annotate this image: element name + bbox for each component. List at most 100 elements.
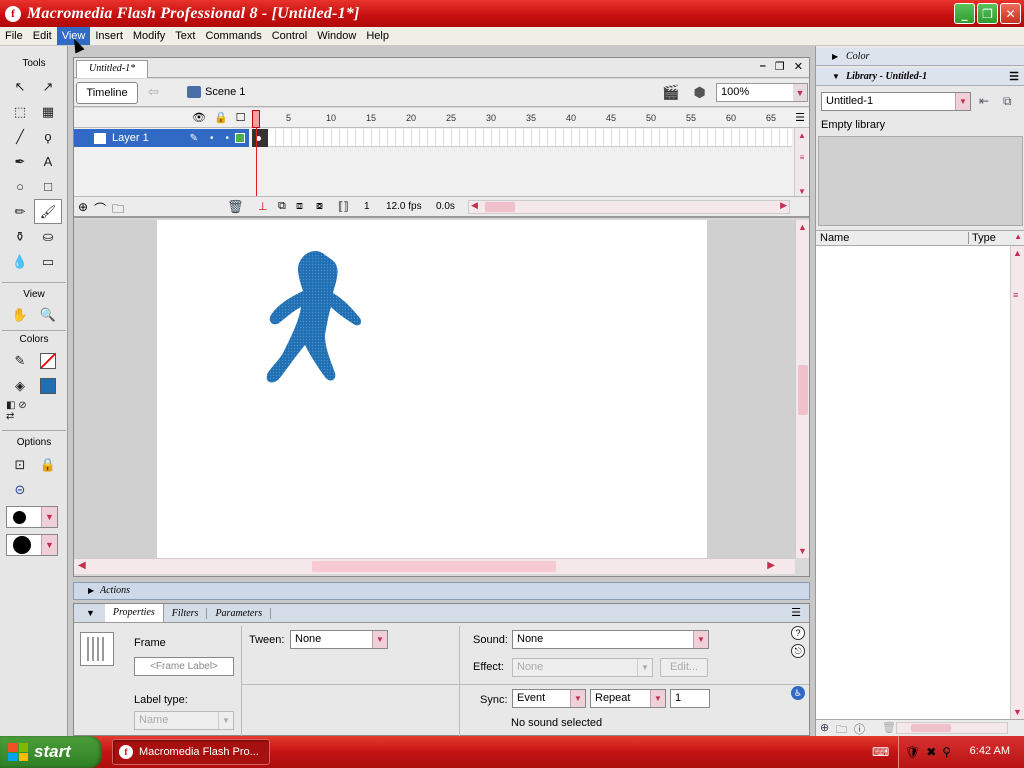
edit-sound-button[interactable]: Edit... xyxy=(660,658,708,677)
actions-panel-header[interactable]: Actions xyxy=(73,582,810,600)
keyboard-icon[interactable]: ⌨ xyxy=(872,745,889,759)
scroll-thumb[interactable] xyxy=(485,202,515,212)
scroll-up-icon[interactable]: ▲ xyxy=(795,128,809,142)
timeline-menu-icon[interactable]: ☰ xyxy=(795,111,805,124)
subselection-tool-icon[interactable]: ↗ xyxy=(34,74,62,99)
stage-horizontal-scrollbar[interactable]: ◀ ▶ xyxy=(74,558,795,574)
brush-shape-select[interactable]: ▼ xyxy=(6,534,58,556)
flash-app-icon[interactable]: f xyxy=(5,5,21,22)
default-colors-icon[interactable]: ◧ ⊘ ⇄ xyxy=(6,398,34,423)
modify-markers-icon[interactable]: ⟦⟧ xyxy=(338,200,349,213)
color-panel-header[interactable]: ▶ Color xyxy=(816,48,1024,66)
insert-folder-icon[interactable]: 🗀 xyxy=(112,200,124,221)
tween-select[interactable]: None ▼ xyxy=(290,630,388,649)
timeline-vertical-scrollbar[interactable]: ▲ ≡ ▼ xyxy=(794,128,808,198)
accessibility-icon[interactable]: ♿ xyxy=(791,686,805,700)
delete-icon[interactable]: 🗑 xyxy=(882,721,896,734)
scroll-down-icon[interactable]: ▼ xyxy=(1013,707,1022,717)
edit-multiple-icon[interactable]: ⧇ xyxy=(316,200,323,213)
library-item-list[interactable] xyxy=(816,246,1024,719)
gradient-transform-tool-icon[interactable]: ▦ xyxy=(34,99,62,124)
lock-fill-icon[interactable]: 🔒 xyxy=(34,452,62,477)
line-tool-icon[interactable]: ╱ xyxy=(6,124,34,149)
new-library-panel-icon[interactable]: ⧉ xyxy=(1003,94,1012,109)
menu-modify[interactable]: Modify xyxy=(128,27,170,45)
timeline-button[interactable]: Timeline xyxy=(76,82,138,104)
effect-select[interactable]: None ▼ xyxy=(512,658,653,677)
repeat-select[interactable]: Repeat ▼ xyxy=(590,689,666,708)
library-document-select[interactable]: Untitled-1 ▼ xyxy=(821,92,971,111)
delete-layer-icon[interactable]: 🗑 xyxy=(227,199,244,215)
visibility-dot-icon[interactable]: • xyxy=(210,133,214,144)
frame-ruler[interactable]: 15101520253035404550556065 xyxy=(252,108,792,128)
frame-rate[interactable]: 12.0 fps xyxy=(386,201,422,212)
tab-parameters[interactable]: Parameters xyxy=(207,607,272,619)
eyedropper-tool-icon[interactable]: 💧 xyxy=(6,249,34,274)
onion-outline-icon[interactable]: ⧈ xyxy=(296,200,303,213)
document-tab[interactable]: Untitled-1* xyxy=(76,60,149,78)
tab-properties[interactable]: Properties xyxy=(104,604,164,622)
brush-option-icon[interactable]: ⊝ xyxy=(6,477,34,502)
figure-shape[interactable] xyxy=(263,245,363,385)
selection-tool-icon[interactable]: ↖ xyxy=(6,74,34,99)
timeline-horizontal-scrollbar[interactable]: ◀ ▶ xyxy=(468,200,790,214)
label-type-select[interactable]: Name ▼ xyxy=(134,711,234,730)
panel-menu-icon[interactable]: ☰ xyxy=(1009,68,1019,86)
library-horizontal-scrollbar[interactable] xyxy=(896,722,1008,734)
doc-restore-icon[interactable]: ❐ xyxy=(775,60,785,73)
scroll-up-icon[interactable]: ▲ xyxy=(1013,248,1022,258)
doc-minimize-icon[interactable]: – xyxy=(760,60,766,73)
edit-scene-icon[interactable]: 🎬 xyxy=(662,84,679,101)
doc-close-icon[interactable]: ✕ xyxy=(794,60,803,73)
menu-edit[interactable]: Edit xyxy=(28,27,57,45)
lasso-tool-icon[interactable]: ϙ xyxy=(34,124,62,149)
brush-mode-icon[interactable]: ⊡ xyxy=(6,452,34,477)
sync-select[interactable]: Event ▼ xyxy=(512,689,586,708)
tab-filters[interactable]: Filters xyxy=(164,607,208,619)
menu-control[interactable]: Control xyxy=(267,27,312,45)
sound-select[interactable]: None ▼ xyxy=(512,630,709,649)
scroll-thumb[interactable] xyxy=(798,365,808,415)
stage-vertical-scrollbar[interactable]: ▲ ▼ xyxy=(795,220,809,558)
fill-color-icon[interactable]: ◈ xyxy=(6,373,34,398)
library-vertical-scrollbar[interactable]: ▲ ≡ ▼ xyxy=(1010,246,1024,719)
pencil-icon[interactable]: ✎ xyxy=(190,133,198,144)
scroll-thumb[interactable] xyxy=(911,724,951,732)
scroll-down-icon[interactable]: ▼ xyxy=(798,546,807,556)
scroll-thumb[interactable] xyxy=(312,561,556,572)
maximize-button[interactable]: ❐ xyxy=(977,3,998,24)
rectangle-tool-icon[interactable]: □ xyxy=(34,174,62,199)
pin-library-icon[interactable]: ⇤ xyxy=(979,94,989,108)
scroll-left-icon[interactable]: ◀ xyxy=(78,560,86,571)
playhead[interactable] xyxy=(252,110,260,128)
column-name[interactable]: Name xyxy=(820,232,849,244)
scene-label[interactable]: Scene 1 xyxy=(205,86,245,98)
center-frame-icon[interactable]: ⊥ xyxy=(258,200,268,213)
eraser-tool-icon[interactable]: ▭ xyxy=(34,249,62,274)
help-icon[interactable]: ? xyxy=(791,626,805,640)
menu-commands[interactable]: Commands xyxy=(200,27,266,45)
brush-size-select[interactable]: ▼ xyxy=(6,506,58,528)
paint-bucket-tool-icon[interactable]: ⛀ xyxy=(34,224,62,249)
panel-menu-icon[interactable]: ☰ xyxy=(791,606,801,619)
frame-track[interactable] xyxy=(252,129,792,147)
swap-colors-icon[interactable] xyxy=(34,398,62,423)
menu-file[interactable]: File xyxy=(0,27,28,45)
menu-text[interactable]: Text xyxy=(170,27,200,45)
layer-row[interactable]: Layer 1 ✎ • • xyxy=(74,129,249,147)
pen-tool-icon[interactable]: ✒ xyxy=(6,149,34,174)
new-symbol-icon[interactable]: ⊕ xyxy=(820,721,829,734)
zoom-tool-icon[interactable]: 🔍 xyxy=(34,302,62,327)
edit-in-actions-icon[interactable]: ⎋ xyxy=(791,644,805,658)
free-transform-tool-icon[interactable]: ⬚ xyxy=(6,99,34,124)
tray-search-icon[interactable]: ⚲ xyxy=(942,745,951,759)
outline-icon[interactable]: ☐ xyxy=(236,111,246,124)
stroke-color-icon[interactable]: ✎ xyxy=(6,348,34,373)
properties-icon[interactable]: ⓘ xyxy=(854,721,865,737)
keyframe[interactable] xyxy=(252,129,268,147)
menu-insert[interactable]: Insert xyxy=(90,27,128,45)
collapse-triangle-icon[interactable]: ▼ xyxy=(86,608,95,618)
stroke-color-swatch[interactable] xyxy=(34,348,62,373)
tray-network-icon[interactable]: ✖ xyxy=(926,745,936,759)
fill-color-swatch[interactable] xyxy=(34,373,62,398)
